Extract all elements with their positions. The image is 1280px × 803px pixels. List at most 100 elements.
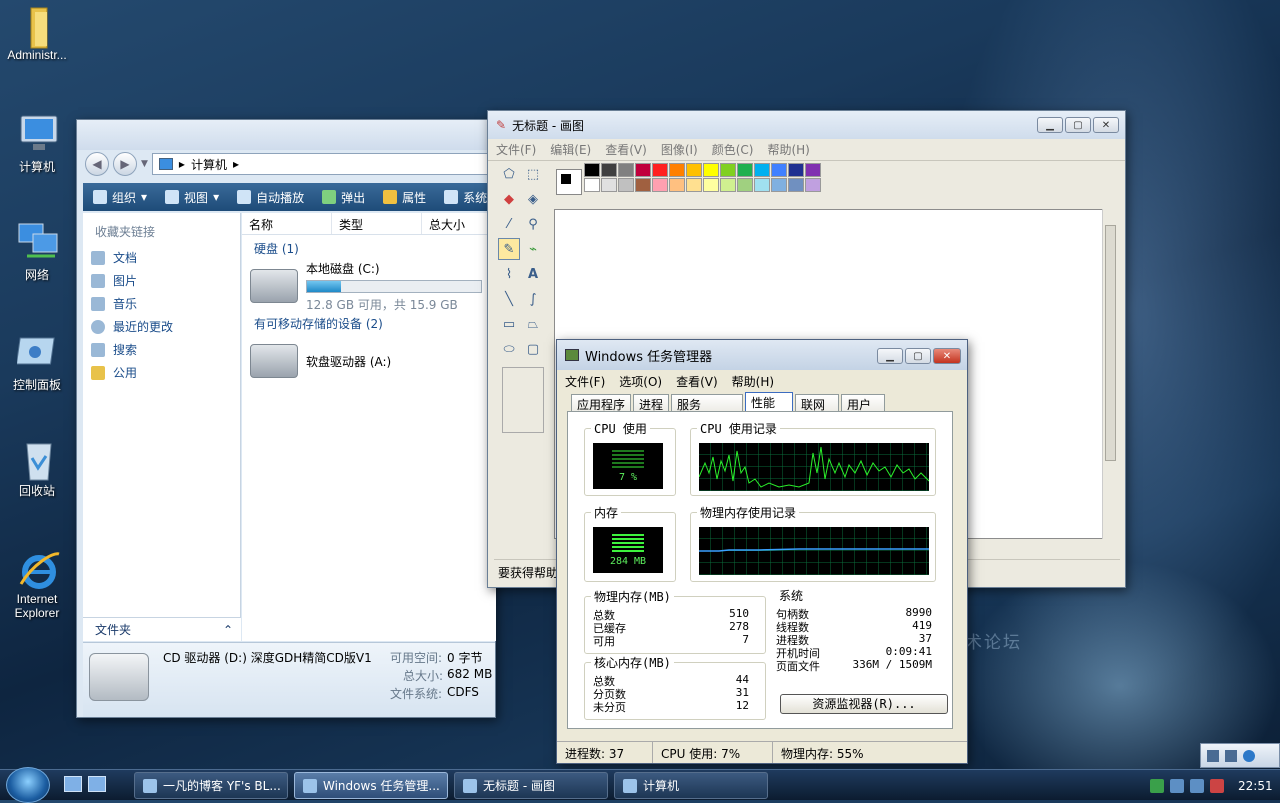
properties-button[interactable]: 属性 — [383, 189, 426, 206]
address-bar[interactable]: ▸ 计算机 ▸ — [151, 153, 495, 175]
minimize-button[interactable]: ▁ — [1037, 117, 1063, 133]
tab-services[interactable]: 服务 — [671, 394, 744, 412]
color-swatch[interactable] — [703, 178, 719, 192]
menu-view[interactable]: 查看(V) — [676, 373, 718, 389]
color-swatch[interactable] — [805, 163, 821, 177]
taskbar-button-paint[interactable]: 无标题 - 画图 — [454, 772, 608, 799]
color-swatch[interactable] — [601, 178, 617, 192]
menu-options[interactable]: 选项(O) — [619, 373, 662, 389]
desktop-icon-network[interactable]: 网络 — [0, 222, 74, 283]
brush-icon[interactable]: ⌁ — [522, 238, 544, 260]
scroll-thumb[interactable] — [1105, 225, 1116, 461]
close-button[interactable]: ✕ — [1093, 117, 1119, 133]
color-swatch[interactable] — [635, 163, 651, 177]
desktop-icon-internet-explorer[interactable]: Internet Explorer — [0, 548, 74, 620]
color-swatch[interactable] — [805, 178, 821, 192]
color-swatch[interactable] — [771, 178, 787, 192]
maximize-button[interactable]: ▢ — [1065, 117, 1091, 133]
menu-edit[interactable]: 编辑(E) — [550, 141, 591, 158]
volume-muted-icon[interactable] — [1210, 778, 1224, 793]
system-properties-button[interactable]: 系统 — [444, 189, 487, 206]
line-tool-icon[interactable]: ╲ — [498, 288, 520, 310]
text-tool-icon[interactable]: A — [522, 263, 544, 285]
minimize-button[interactable]: ▁ — [877, 348, 903, 364]
fav-documents[interactable]: 文档 — [83, 246, 240, 269]
color-swatch[interactable] — [720, 163, 736, 177]
menu-file[interactable]: 文件(F) — [565, 373, 605, 389]
menu-help[interactable]: 帮助(H) — [767, 141, 809, 158]
free-select-icon[interactable]: ⬠ — [498, 163, 520, 185]
color-swatch[interactable] — [737, 178, 753, 192]
views-button[interactable]: 视图 ▾ — [165, 189, 219, 206]
color-swatch[interactable] — [788, 163, 804, 177]
rounded-rect-tool-icon[interactable]: ▢ — [522, 338, 544, 360]
paint-titlebar[interactable]: ✎ 无标题 - 画图 — [488, 111, 1125, 139]
color-swatch[interactable] — [754, 178, 770, 192]
color-swatch[interactable] — [686, 178, 702, 192]
color-swatch[interactable] — [720, 178, 736, 192]
column-total-size[interactable]: 总大小 — [422, 213, 496, 234]
color-swatch[interactable] — [788, 178, 804, 192]
column-name[interactable]: 名称 — [242, 213, 332, 234]
color-swatch[interactable] — [703, 163, 719, 177]
tab-networking[interactable]: 联网 — [795, 394, 840, 412]
folders-toggle[interactable]: 文件夹 ⌃ — [83, 617, 241, 641]
vertical-scrollbar[interactable] — [1102, 209, 1118, 539]
tray-app-icon[interactable] — [1150, 778, 1164, 793]
monitor-icon[interactable] — [1190, 778, 1204, 793]
fav-pictures[interactable]: 图片 — [83, 269, 240, 292]
resource-monitor-button[interactable]: 资源监视器(R)... — [780, 694, 948, 714]
color-swatch[interactable] — [686, 163, 702, 177]
color-swatch[interactable] — [584, 178, 600, 192]
fav-recent-changes[interactable]: 最近的更改 — [83, 315, 240, 338]
network-icon[interactable] — [1170, 778, 1184, 793]
explorer-titlebar[interactable] — [77, 120, 495, 150]
tab-performance[interactable]: 性能 — [745, 392, 794, 412]
color-swatch[interactable] — [754, 163, 770, 177]
forward-button[interactable]: ▶ — [113, 152, 137, 176]
recent-pages-chevron-icon[interactable]: ▼ — [141, 159, 148, 169]
drive-a[interactable]: 软盘驱动器 (A:) — [242, 337, 496, 385]
color-swatch[interactable] — [618, 178, 634, 192]
magnifier-icon[interactable]: ⚲ — [522, 213, 544, 235]
current-colors[interactable] — [556, 169, 582, 195]
desktop-icon-control-panel[interactable]: 控制面板 — [0, 332, 74, 393]
desktop-icon-administrator[interactable]: Administr... — [0, 4, 74, 62]
language-bar[interactable] — [1200, 743, 1280, 768]
rect-select-icon[interactable]: ⬚ — [522, 163, 544, 185]
taskbar-button-task-manager[interactable]: Windows 任务管理... — [294, 772, 448, 799]
pencil-icon[interactable]: ✎ — [498, 238, 520, 260]
breadcrumb-separator-icon[interactable]: ▸ — [233, 157, 239, 171]
explorer-window[interactable]: ◀ ▶ ▼ ▸ 计算机 ▸ 组织 ▾ 视图 ▾ 自动播放 弹出 属性 系统 收藏夹链… — [76, 119, 496, 718]
airbrush-icon[interactable]: ⌇ — [498, 263, 520, 285]
color-swatch[interactable] — [669, 178, 685, 192]
task-manager-window[interactable]: Windows 任务管理器 ▁ ▢ ✕ 文件(F) 选项(O) 查看(V) 帮助… — [556, 339, 968, 764]
menu-view[interactable]: 查看(V) — [605, 141, 647, 158]
taskbar-button-blog[interactable]: 一凡的博客 YF's BL... — [134, 772, 288, 799]
desktop-icon-recycle-bin[interactable]: 回收站 — [0, 438, 74, 499]
color-swatch[interactable] — [584, 163, 600, 177]
curve-tool-icon[interactable]: ∫ — [522, 288, 544, 310]
eraser-icon[interactable]: ◆ — [498, 188, 520, 210]
organize-button[interactable]: 组织 ▾ — [93, 189, 147, 206]
column-type[interactable]: 类型 — [332, 213, 422, 234]
color-swatch[interactable] — [601, 163, 617, 177]
menu-colors[interactable]: 颜色(C) — [712, 141, 754, 158]
color-swatch[interactable] — [669, 163, 685, 177]
fav-search[interactable]: 搜索 — [83, 338, 240, 361]
tab-applications[interactable]: 应用程序 — [571, 394, 632, 412]
color-swatch[interactable] — [737, 163, 753, 177]
show-desktop-icon[interactable] — [64, 776, 82, 792]
clock[interactable]: 22:51 — [1238, 779, 1273, 793]
switch-windows-icon[interactable] — [88, 776, 106, 792]
color-swatch[interactable] — [771, 163, 787, 177]
tool-options-box[interactable] — [502, 367, 544, 433]
group-hard-disks[interactable]: 硬盘 (1) — [242, 235, 496, 262]
menu-image[interactable]: 图像(I) — [661, 141, 698, 158]
color-swatch[interactable] — [635, 178, 651, 192]
tab-processes[interactable]: 进程 — [633, 394, 670, 412]
start-button[interactable] — [6, 767, 50, 803]
eject-button[interactable]: 弹出 — [322, 189, 365, 206]
back-button[interactable]: ◀ — [85, 152, 109, 176]
breadcrumb-computer[interactable]: 计算机 — [191, 156, 227, 173]
